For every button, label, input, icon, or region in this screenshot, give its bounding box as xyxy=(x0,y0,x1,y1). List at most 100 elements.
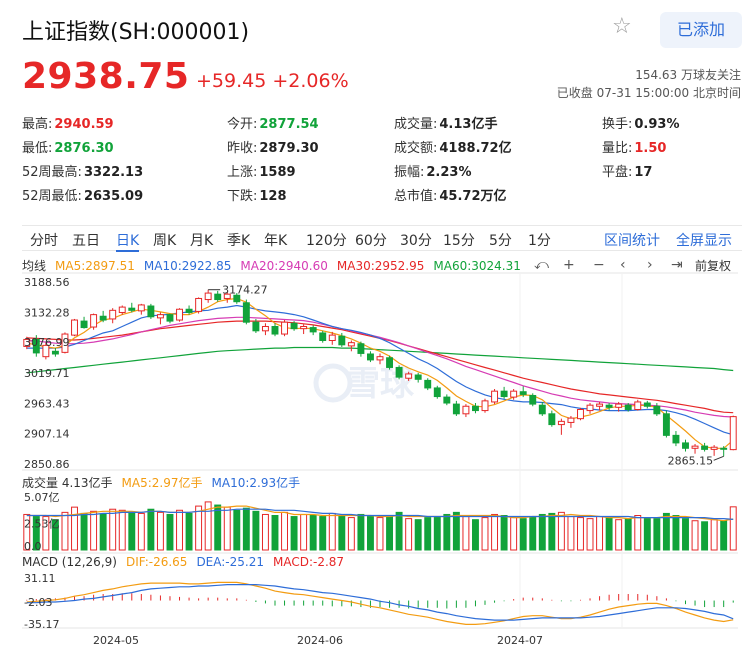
candle-body xyxy=(328,334,336,342)
y-tick-label: 2963.43 xyxy=(24,397,70,410)
volume-bar xyxy=(90,510,98,551)
volume-bar xyxy=(328,512,336,551)
volume-bar xyxy=(185,512,193,551)
volume-bar xyxy=(395,511,403,551)
volume-bar xyxy=(376,517,384,551)
volume-bar xyxy=(147,508,155,551)
volume-bar xyxy=(710,519,718,551)
candle-body xyxy=(500,390,508,398)
volume-bar xyxy=(166,513,174,551)
volume-bar xyxy=(414,519,422,551)
candle-body xyxy=(481,400,489,412)
candle-body xyxy=(51,350,59,355)
candle-body xyxy=(376,356,384,361)
candle-body xyxy=(309,327,317,333)
candle-body xyxy=(147,305,155,318)
candle-body xyxy=(643,402,651,407)
volume-bar xyxy=(729,506,737,551)
candle-body xyxy=(710,446,718,450)
volume-bar xyxy=(452,511,460,551)
volume-bar xyxy=(80,512,88,551)
candle-body xyxy=(414,374,422,380)
volume-bar xyxy=(71,506,78,551)
volume-bar xyxy=(433,516,441,551)
candle-body xyxy=(577,408,584,420)
volume-bar xyxy=(500,515,508,551)
candle-body xyxy=(729,416,737,451)
candle-body xyxy=(242,302,250,323)
volume-bar xyxy=(223,506,231,551)
volume-bar xyxy=(548,512,556,551)
volume-bar xyxy=(338,515,346,551)
candle-body xyxy=(290,322,298,330)
volume-bar xyxy=(701,521,709,551)
candle-body xyxy=(672,434,680,444)
candle-body xyxy=(510,390,518,398)
annotation-low: 2865.15 xyxy=(668,454,714,467)
annotation-high: 3174.27 xyxy=(222,284,268,297)
candle-body xyxy=(548,413,556,426)
candle-body xyxy=(195,297,203,312)
volume-bar xyxy=(481,517,489,551)
volume-bar xyxy=(662,512,670,551)
y-tick-label: 3132.28 xyxy=(24,306,70,319)
y-tick-label: 2907.14 xyxy=(24,428,70,441)
macd-tick-label: 31.11 xyxy=(24,572,56,585)
volume-bar xyxy=(653,518,661,551)
candle-body xyxy=(586,404,594,412)
candle-body xyxy=(185,308,193,313)
volume-bar xyxy=(319,516,327,551)
volume-bar xyxy=(214,504,222,551)
candle-body xyxy=(682,442,689,449)
volume-bar xyxy=(491,513,499,551)
volume-tick-label: 5.07亿 xyxy=(24,491,60,504)
volume-bar xyxy=(443,513,451,551)
macd-tick-label: -2.03 xyxy=(24,596,52,609)
volume-bar xyxy=(596,516,604,551)
volume-bar xyxy=(118,509,126,551)
volume-bar xyxy=(624,518,632,551)
volume-bar xyxy=(529,516,537,551)
volume-bar xyxy=(577,517,584,551)
candle-body xyxy=(538,404,546,415)
volume-bar xyxy=(99,513,107,551)
y-tick-label: 2850.86 xyxy=(24,458,70,471)
candle-body xyxy=(605,404,613,408)
volume-bar xyxy=(519,518,527,551)
candle-body xyxy=(166,314,174,322)
candle-body xyxy=(491,390,499,403)
kline-chart[interactable]: 雪球 3188.56 3132.28 3076.99 3019.71 2963.43 290… xyxy=(0,0,753,659)
volume-tick-label: 0.0 xyxy=(24,540,42,553)
candle-body xyxy=(615,403,623,408)
volume-bar xyxy=(242,507,250,551)
volume-bar xyxy=(424,517,432,551)
candle-body xyxy=(214,293,222,301)
candle-body xyxy=(462,405,470,415)
volume-bar xyxy=(386,515,394,551)
candle-body xyxy=(596,403,604,407)
candle-body xyxy=(662,413,670,436)
volume-bar xyxy=(128,511,136,551)
candle-body xyxy=(529,394,537,405)
candle-body xyxy=(261,325,269,332)
volume-bar xyxy=(290,516,298,551)
volume-bar xyxy=(691,520,699,551)
volume-bar xyxy=(472,519,479,551)
candle-body xyxy=(338,335,346,346)
annotation-line xyxy=(713,455,724,461)
candle-body xyxy=(90,314,98,328)
volume-bar xyxy=(510,517,518,551)
volume-bar xyxy=(557,511,565,551)
volume-bar xyxy=(233,509,241,551)
volume-bar xyxy=(309,515,317,551)
candle-body xyxy=(386,357,394,368)
volume-bar xyxy=(109,508,117,551)
candle-body xyxy=(80,320,88,329)
y-tick-label: 3188.56 xyxy=(24,276,70,289)
candle-body xyxy=(137,304,145,312)
candle-body xyxy=(691,445,699,449)
volume-bar xyxy=(261,513,269,551)
candle-body xyxy=(176,308,183,321)
candle-body xyxy=(347,342,355,347)
volume-bar xyxy=(605,517,613,551)
